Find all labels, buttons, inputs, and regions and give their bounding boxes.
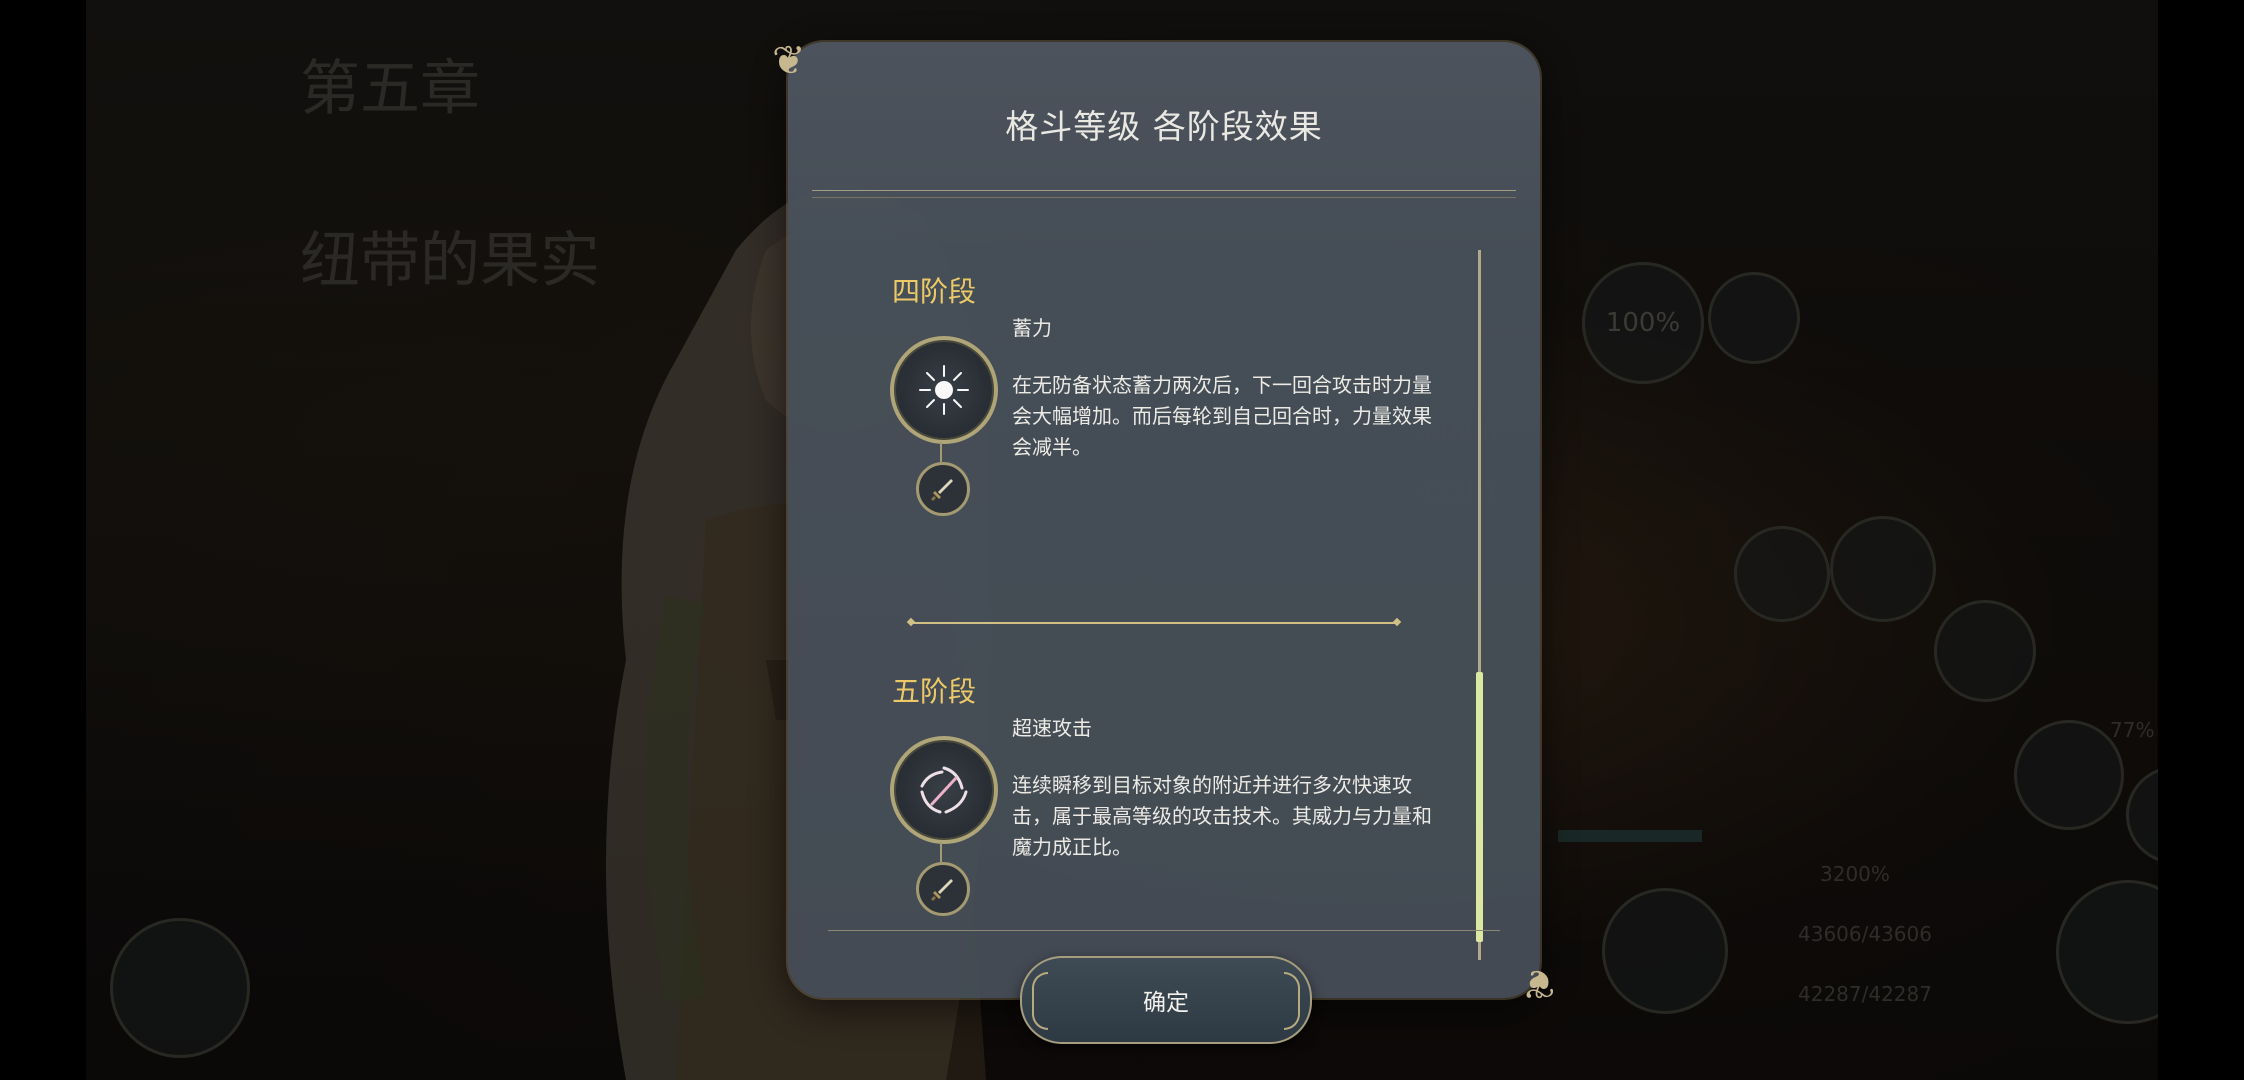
bg-bag-icon — [1734, 526, 1830, 622]
spiral-slash-icon-glyph — [920, 766, 968, 814]
bottom-divider — [828, 930, 1500, 931]
burst-spark-icon[interactable] — [890, 336, 998, 444]
title-divider — [812, 190, 1516, 198]
bg-percent-circle: 100% — [1582, 262, 1704, 384]
sword-icon-glyph — [931, 879, 953, 901]
confirm-button[interactable]: 确定 — [1020, 956, 1312, 1044]
chapter-label: 第五章 — [300, 54, 480, 124]
bg-map-icon — [1934, 600, 2036, 702]
corner-ornament-top-left: ❦ — [772, 38, 806, 84]
dialog-title: 格斗等级 各阶段效果 — [1005, 107, 1323, 146]
bg-mp: 42287/42287 — [1798, 982, 1932, 1006]
stage-label: 五阶段 — [892, 675, 977, 708]
sword-icon-glyph — [931, 479, 953, 501]
confirm-button-label: 确定 — [1143, 990, 1189, 1016]
bg-runner-icon — [2126, 766, 2158, 864]
bg-bar — [1558, 830, 1702, 842]
scrollbar-thumb[interactable] — [1476, 672, 1483, 942]
sword-icon — [916, 462, 970, 516]
sword-icon — [916, 862, 970, 916]
stage-effects-dialog: ❦ ❦ 格斗等级 各阶段效果 四阶段 蓄力 在无防备状态蓄力两次后，下一回合攻击… — [772, 38, 1556, 1006]
bg-house-icon — [2014, 720, 2124, 830]
stage-divider — [912, 622, 1396, 624]
bg-claw-icon — [1708, 272, 1800, 364]
bg-percent-bar: 3200% — [1820, 862, 1890, 886]
skill-description: 在无防备状态蓄力两次后，下一回合攻击时力量会大幅增加。而后每轮到自己回合时，力量… — [1012, 373, 1432, 459]
bg-percent-small: 77% — [2110, 718, 2155, 742]
stage-label: 四阶段 — [892, 275, 977, 308]
bg-attack-icon — [1602, 888, 1728, 1014]
skill-description: 连续瞬移到目标对象的附近并进行多次快速攻击，属于最高等级的攻击技术。其威力与力量… — [1012, 773, 1432, 859]
chapter-title: 纽带的果实 — [300, 226, 600, 296]
corner-ornament-bottom-right: ❦ — [1522, 960, 1556, 1006]
skill-name: 超速攻击 — [1012, 716, 1092, 740]
bg-hp: 43606/43606 — [1798, 922, 1932, 946]
spiral-slash-icon[interactable] — [890, 736, 998, 844]
bg-avatar — [110, 918, 250, 1058]
icon-connector — [940, 442, 942, 462]
bg-menu-icon — [1830, 516, 1936, 622]
burst-spark-icon-glyph — [919, 365, 969, 415]
bg-attack-icon-2 — [2056, 880, 2158, 1024]
stage-list[interactable]: 四阶段 蓄力 在无防备状态蓄力两次后，下一回合攻击时力量会大幅增加。而后每轮到自… — [836, 202, 1472, 962]
icon-connector — [940, 842, 942, 862]
skill-name: 蓄力 — [1012, 316, 1052, 340]
